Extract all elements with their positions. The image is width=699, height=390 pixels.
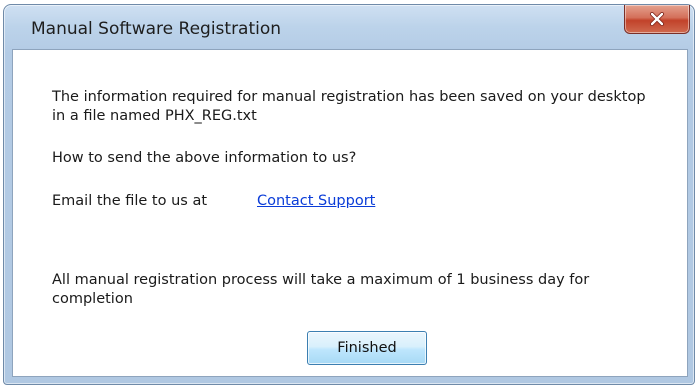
close-button[interactable] [624,5,690,34]
email-row: Email the file to us at Contact Support [52,192,375,211]
email-label: Email the file to us at [52,193,208,209]
title-bar[interactable]: Manual Software Registration [4,5,694,53]
saved-file-message: The information required for manual regi… [52,89,646,124]
contact-support-link[interactable]: Contact Support [257,192,375,211]
window-title: Manual Software Registration [31,19,282,39]
dialog-content: The information required for manual regi… [12,49,688,377]
completion-note: All manual registration process will tak… [52,272,590,307]
finished-button[interactable]: Finished [307,331,427,365]
registration-dialog: Manual Software Registration The informa… [3,4,695,385]
send-question: How to send the above information to us? [52,150,357,166]
close-icon [650,12,664,26]
